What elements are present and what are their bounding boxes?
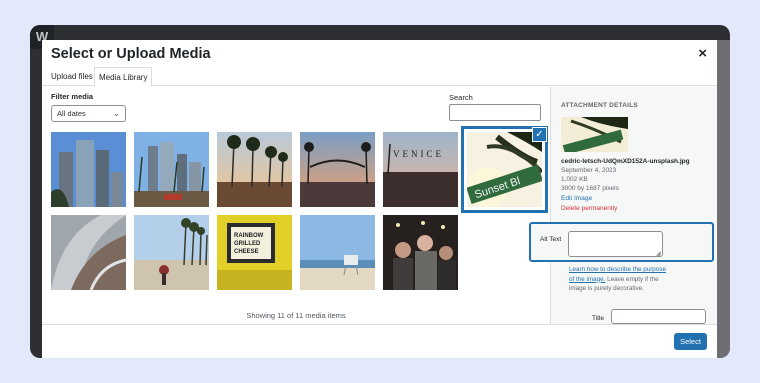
attachment-filesize: 1,002 KB [561,176,588,183]
modal-title: Select or Upload Media [51,46,211,62]
svg-text:CHEESE: CHEESE [234,249,259,255]
media-item-skyscrapers[interactable] [51,132,126,207]
media-item-boardwalk[interactable] [134,215,209,290]
attachment-details-heading: ATTACHMENT DETAILS [561,102,638,109]
attachment-preview [561,117,628,152]
media-item-night-event[interactable] [383,215,458,290]
media-item-venice-letters[interactable]: VENICE [383,132,458,207]
attachments-grid: VENICE Sunset Bl ✓ RAINBOW GRILLED CHEESE [42,87,550,324]
media-item-lifeguard-tower[interactable] [300,215,375,290]
selected-check-icon[interactable]: ✓ [532,127,547,142]
modal-tabs: Upload files Media Library [42,67,717,87]
attachment-date: September 4, 2023 [561,167,617,174]
title-field[interactable] [611,309,706,324]
tab-upload-files[interactable]: Upload files [47,67,97,86]
alt-text-field[interactable] [568,231,663,257]
title-label: Title [592,315,605,322]
svg-text:RAINBOW: RAINBOW [234,233,264,239]
alt-text-help: Learn how to describe the purpose of the… [569,265,669,294]
media-item-palm-sunset[interactable] [217,132,292,207]
attachment-dimensions: 3000 by 1687 pixels [561,185,619,192]
svg-text:VENICE: VENICE [393,149,444,159]
media-item-sunset-sign[interactable]: Sunset Bl [461,126,548,213]
tab-media-library[interactable]: Media Library [94,67,153,87]
media-count-status: Showing 11 of 11 media items [246,311,346,320]
alt-text-row: Alt Text ◢ [529,222,714,262]
select-button[interactable]: Select [674,333,707,350]
modal-toolbar: Select [42,324,717,358]
delete-permanently-link[interactable]: Delete permanently [561,205,617,212]
media-item-skyline[interactable] [134,132,209,207]
media-item-venice-sign[interactable] [300,132,375,207]
alt-text-label: Alt Text [540,236,562,243]
media-item-food-stand[interactable]: RAINBOW GRILLED CHEESE [217,215,292,290]
close-icon[interactable]: × [698,45,707,62]
media-item-curved-metal[interactable] [51,215,126,290]
edit-image-link[interactable]: Edit Image [561,195,592,202]
attachment-filename: cedric-letsch-UdQmXD152A-unsplash.jpg [561,158,690,165]
media-browser: Filter media All dates ⌄ Search VENICE S… [42,87,550,324]
resize-handle-icon[interactable]: ◢ [656,250,661,257]
svg-text:GRILLED: GRILLED [234,241,261,247]
